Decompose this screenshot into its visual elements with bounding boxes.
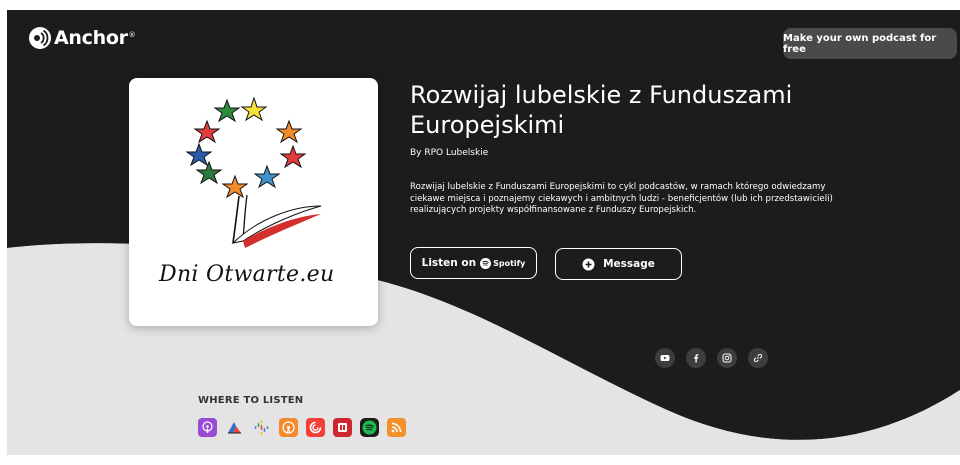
social-links	[655, 348, 768, 368]
anchor-logo-icon	[29, 27, 51, 49]
make-podcast-button[interactable]: Make your own podcast for free	[783, 28, 957, 59]
youtube-icon[interactable]	[655, 348, 675, 368]
message-icon	[582, 258, 595, 270]
instagram-icon[interactable]	[717, 348, 737, 368]
pocket-casts-icon[interactable]	[306, 418, 325, 437]
registered-mark: ®	[128, 31, 136, 39]
spotify-icon	[480, 257, 492, 269]
message-button[interactable]: Message	[555, 248, 682, 280]
radiopublic-icon[interactable]	[333, 418, 352, 437]
spotify-wordmark: Spotify	[493, 258, 526, 268]
spotify-platform-icon[interactable]	[360, 418, 379, 437]
google-podcasts-icon[interactable]	[252, 418, 271, 437]
page: Anchor ® Make your own podcast for free …	[7, 10, 960, 455]
podcast-cover: Dni Otwarte.eu	[129, 78, 378, 326]
podcast-title: Rozwijaj lubelskie z Funduszami Europejs…	[410, 81, 793, 139]
castbox-icon[interactable]	[225, 418, 244, 437]
anchor-logo[interactable]: Anchor ®	[29, 27, 136, 49]
cover-stars-graphic	[185, 96, 322, 248]
overcast-icon[interactable]	[279, 418, 298, 437]
facebook-icon[interactable]	[686, 348, 706, 368]
rss-icon[interactable]	[387, 418, 406, 437]
cover-title-text: Dni Otwarte.eu	[159, 262, 335, 287]
message-label: Message	[603, 258, 655, 270]
podcast-author: By RPO Lubelskie	[410, 148, 489, 158]
spotify-badge: Spotify	[480, 257, 526, 269]
listen-on-label: Listen on	[421, 257, 477, 269]
listen-on-spotify-button[interactable]: Listen on Spotify	[410, 247, 537, 279]
link-icon[interactable]	[748, 348, 768, 368]
platform-list	[198, 418, 406, 437]
apple-podcasts-icon[interactable]	[198, 418, 217, 437]
top-bar: Anchor ® Make your own podcast for free	[7, 10, 960, 70]
podcast-description: Rozwijaj lubelskie z Funduszami Europejs…	[410, 182, 833, 215]
anchor-logo-text: Anchor	[54, 27, 128, 49]
where-to-listen-heading: WHERE TO LISTEN	[198, 395, 304, 406]
